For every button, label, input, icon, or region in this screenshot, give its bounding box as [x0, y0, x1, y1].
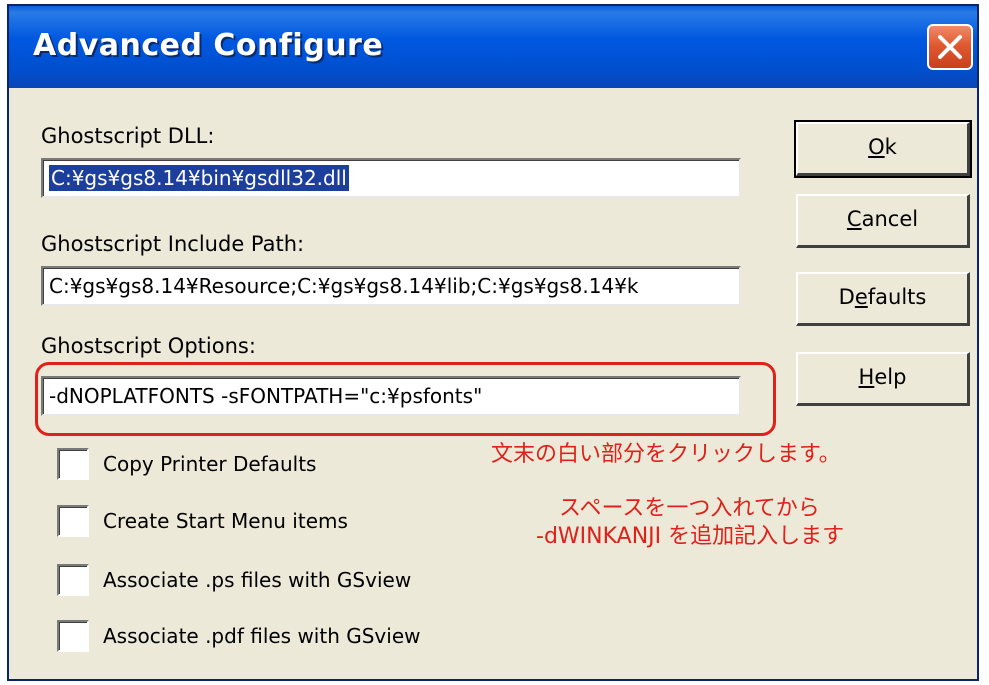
cancel-accel: C [846, 207, 862, 231]
ok-accel: O [868, 135, 885, 159]
window-title: Advanced Configure [33, 28, 384, 63]
defaults-pre: D [838, 285, 855, 309]
include-path-value: C:¥gs¥gs8.14¥Resource;C:¥gs¥gs8.14¥lib;C… [49, 274, 639, 298]
create-start-menu-label: Create Start Menu items [103, 509, 348, 533]
include-path-field[interactable]: C:¥gs¥gs8.14¥Resource;C:¥gs¥gs8.14¥lib;C… [41, 266, 741, 306]
options-label: Ghostscript Options: [41, 334, 256, 358]
copy-printer-defaults-checkbox[interactable] [57, 448, 89, 480]
annotation-add-winkanji: -dWINKANJI を追加記入します [536, 524, 845, 549]
associate-ps-checkbox[interactable] [57, 564, 89, 596]
close-button[interactable] [927, 24, 973, 70]
dll-field-value: C:¥gs¥gs8.14¥bin¥gsdll32.dll [49, 165, 349, 191]
dll-field[interactable]: C:¥gs¥gs8.14¥bin¥gsdll32.dll [41, 158, 741, 198]
associate-pdf-label: Associate .pdf files with GSview [103, 624, 421, 648]
advanced-configure-dialog: Advanced Configure Ghostscript DLL: C:¥g… [7, 4, 979, 681]
cancel-button[interactable]: Cancel [796, 194, 970, 248]
help-accel: H [858, 365, 875, 389]
help-rest: elp [874, 365, 907, 389]
associate-ps-label: Associate .ps files with GSview [103, 568, 412, 592]
ok-button[interactable]: Ok [794, 120, 972, 178]
close-icon [938, 35, 962, 59]
ok-rest: k [884, 135, 897, 159]
associate-pdf-checkbox[interactable] [57, 620, 89, 652]
create-start-menu-checkbox[interactable] [57, 505, 89, 537]
title-bar[interactable]: Advanced Configure [9, 6, 977, 88]
annotation-click-end: 文末の白い部分をクリックします。 [491, 442, 841, 467]
dll-label: Ghostscript DLL: [41, 124, 215, 148]
copy-printer-defaults-label: Copy Printer Defaults [103, 452, 317, 476]
annotation-highlight-box [35, 362, 776, 436]
defaults-rest: faults [867, 285, 927, 309]
cancel-rest: ancel [861, 207, 919, 231]
help-button[interactable]: Help [796, 352, 970, 406]
include-path-label: Ghostscript Include Path: [41, 232, 305, 256]
defaults-accel: e [854, 285, 868, 309]
defaults-button[interactable]: Defaults [796, 272, 970, 326]
